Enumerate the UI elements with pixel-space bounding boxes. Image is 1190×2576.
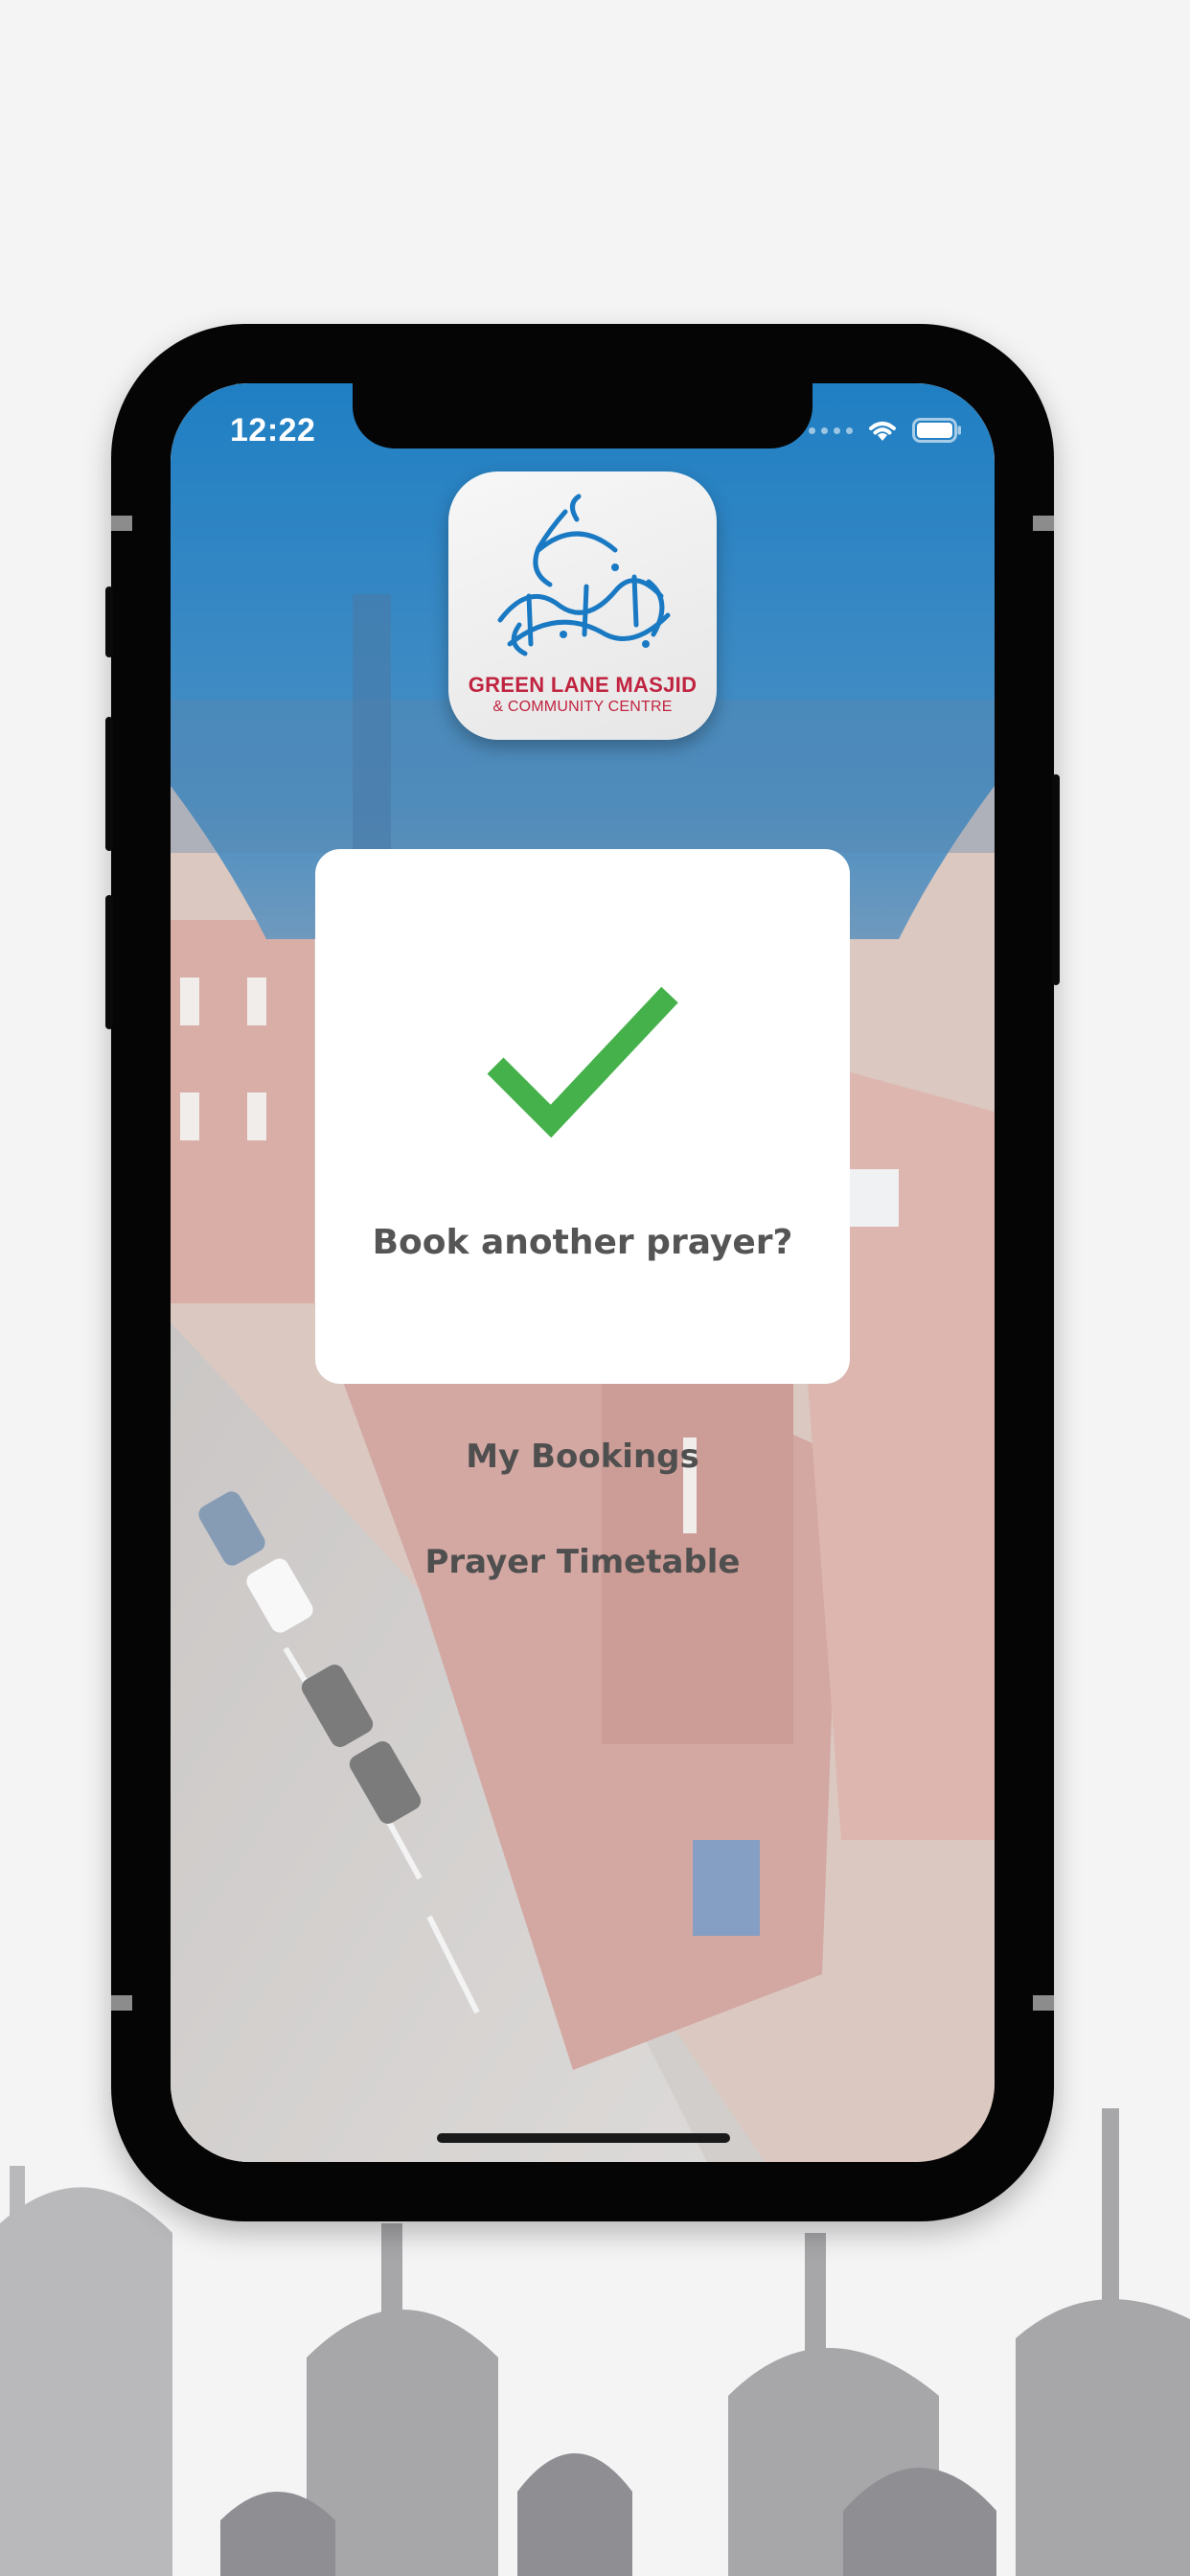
booking-confirmation-card: Book another prayer?	[315, 849, 850, 1384]
prayer-timetable-link[interactable]: Prayer Timetable	[171, 1543, 995, 1581]
power-button	[1052, 774, 1060, 985]
status-icons	[809, 418, 962, 443]
checkmark-icon	[487, 986, 678, 1138]
cellular-signal-icon	[809, 426, 853, 434]
wifi-icon	[869, 422, 896, 441]
volume-up-button	[105, 717, 113, 851]
my-bookings-link[interactable]: My Bookings	[171, 1438, 995, 1476]
device-notch	[353, 383, 812, 448]
masjid-logo: GREEN LANE MASJID & COMMUNITY CENTRE	[448, 472, 717, 740]
antenna-band	[111, 1995, 132, 2011]
phone-frame: 12:22 GREEN LANE MASJID & COMMUNITY CENT…	[105, 324, 1060, 2221]
volume-down-button	[105, 895, 113, 1029]
antenna-band	[1033, 516, 1054, 531]
antenna-band	[111, 516, 132, 531]
masjid-calligraphy-logo-icon	[497, 494, 671, 656]
book-another-prayer-button[interactable]: Book another prayer?	[315, 1223, 850, 1262]
logo-title: GREEN LANE MASJID	[468, 673, 698, 697]
mute-switch	[105, 586, 113, 657]
app-screen: 12:22 GREEN LANE MASJID & COMMUNITY CENT…	[171, 383, 995, 2162]
home-indicator[interactable]	[437, 2133, 730, 2143]
status-time: 12:22	[230, 412, 316, 448]
antenna-band	[1033, 1995, 1054, 2011]
logo-subtitle: & COMMUNITY CENTRE	[492, 699, 673, 715]
battery-icon	[912, 418, 961, 443]
